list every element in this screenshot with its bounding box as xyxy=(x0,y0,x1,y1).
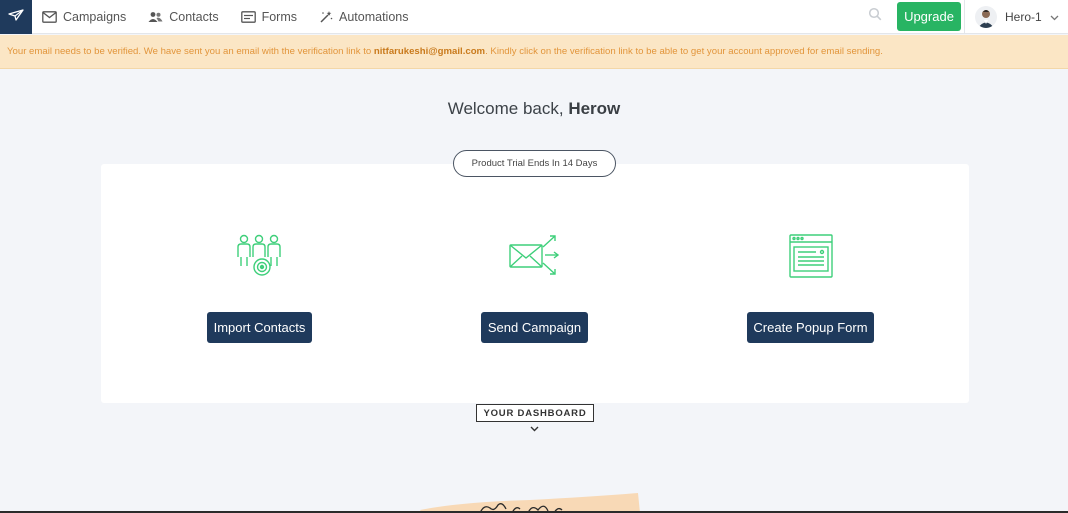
create-popup-form-button[interactable]: Create Popup Form xyxy=(747,312,874,343)
trial-badge: Product Trial Ends In 14 Days xyxy=(453,150,616,177)
profile-menu[interactable]: Hero-1 xyxy=(975,4,1059,30)
nav-item-automations[interactable]: Automations xyxy=(319,10,408,24)
nav-divider xyxy=(964,0,965,34)
banner-text-end: . Kindly click on the verification link … xyxy=(485,46,883,57)
dashboard-section-label[interactable]: YOUR DASHBOARD xyxy=(476,404,594,422)
top-navbar: Campaigns Contacts Forms Automations Upg… xyxy=(0,0,1068,34)
app-logo[interactable] xyxy=(0,0,32,34)
banner-text-start: Your email needs to be verified. We have… xyxy=(7,46,374,57)
nav-label: Forms xyxy=(261,10,297,24)
profile-name: Hero-1 xyxy=(1005,10,1042,24)
welcome-user-name: Herow xyxy=(568,99,621,118)
nav-label: Campaigns xyxy=(63,10,127,24)
main-nav: Campaigns Contacts Forms Automations xyxy=(42,0,430,34)
avatar xyxy=(975,6,997,28)
quick-actions-card xyxy=(101,164,969,403)
paper-plane-icon xyxy=(8,8,24,26)
chevron-down-icon xyxy=(1050,8,1059,26)
welcome-greeting: Welcome back, xyxy=(447,99,569,118)
chevron-down-icon[interactable] xyxy=(528,424,540,434)
banner-email: nitfarukeshi@gmail.com xyxy=(373,46,486,57)
nav-label: Contacts xyxy=(169,10,219,24)
magic-wand-icon xyxy=(319,10,333,24)
search-icon xyxy=(868,7,882,26)
nav-item-forms[interactable]: Forms xyxy=(240,10,297,24)
import-contacts-icon xyxy=(234,231,284,281)
nav-item-contacts[interactable]: Contacts xyxy=(148,10,219,24)
users-icon xyxy=(148,11,163,23)
send-campaign-button[interactable]: Send Campaign xyxy=(481,312,588,343)
form-icon xyxy=(240,11,256,23)
send-campaign-icon xyxy=(509,231,559,281)
welcome-heading: Welcome back, Herow xyxy=(0,99,1068,119)
verification-banner: Your email needs to be verified. We have… xyxy=(0,35,1068,69)
nav-label: Automations xyxy=(339,10,409,24)
decorative-brush-stroke xyxy=(420,492,650,513)
nav-item-campaigns[interactable]: Campaigns xyxy=(42,10,126,24)
search-button[interactable] xyxy=(866,7,884,25)
envelope-icon xyxy=(42,11,57,23)
import-contacts-button[interactable]: Import Contacts xyxy=(207,312,312,343)
upgrade-button[interactable]: Upgrade xyxy=(897,2,961,31)
popup-form-icon xyxy=(786,231,836,281)
